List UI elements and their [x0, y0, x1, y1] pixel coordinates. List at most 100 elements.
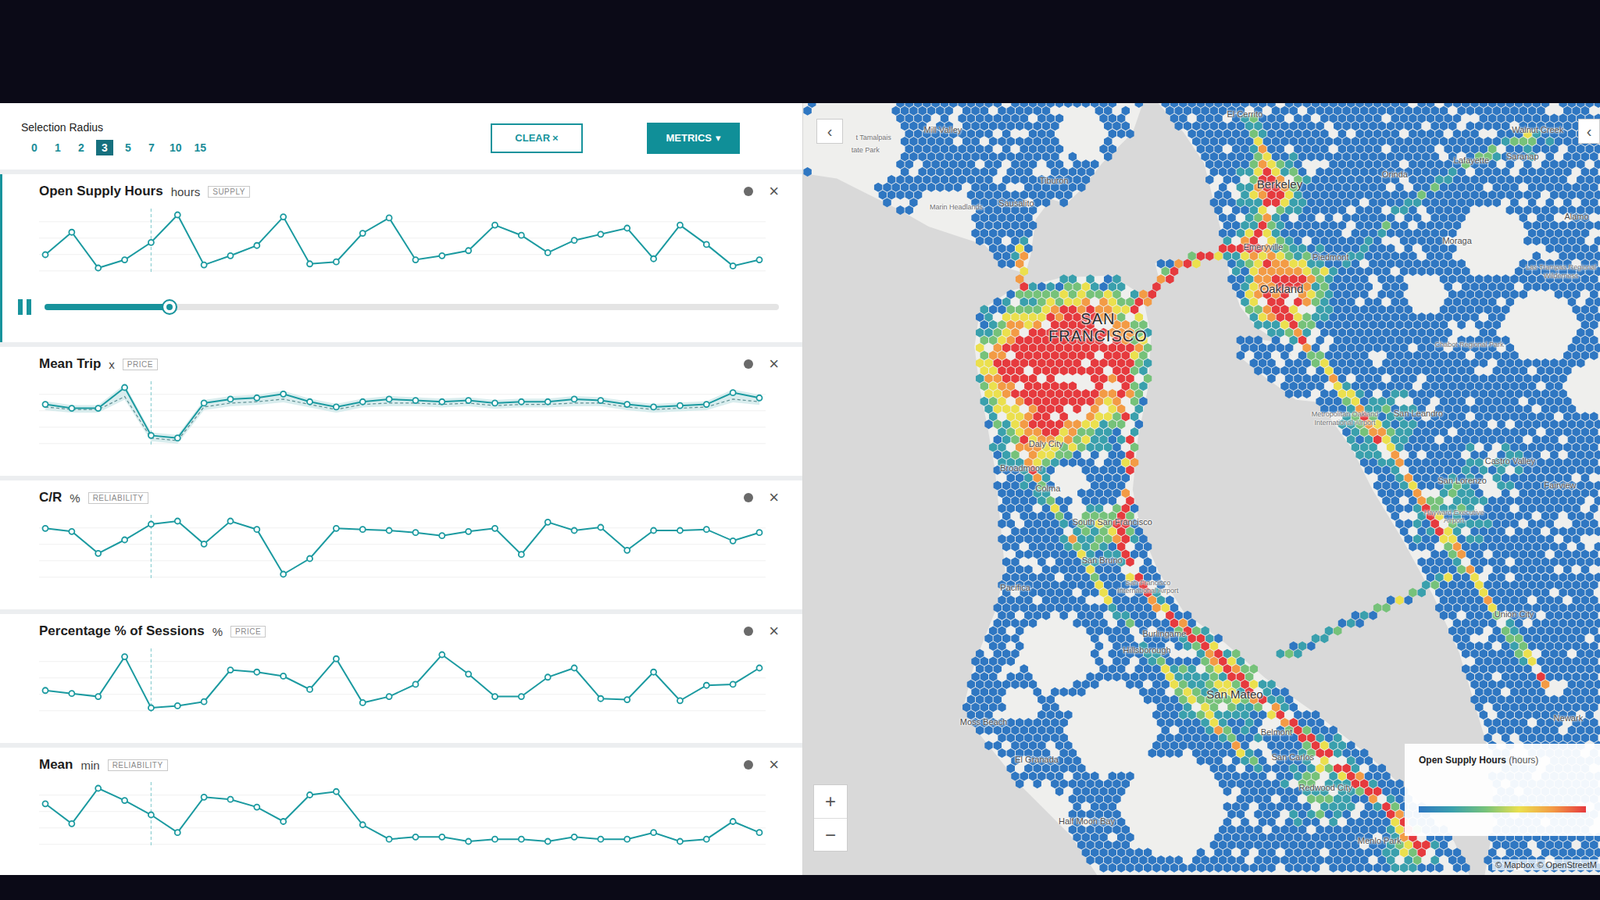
data-point[interactable] — [201, 699, 208, 705]
data-point[interactable] — [650, 403, 657, 410]
data-point[interactable] — [757, 529, 763, 536]
data-point[interactable] — [757, 395, 763, 401]
data-point[interactable] — [227, 396, 233, 402]
data-point[interactable] — [518, 399, 525, 405]
radius-option[interactable]: 2 — [72, 139, 90, 156]
data-point[interactable] — [703, 526, 710, 533]
radius-option[interactable]: 3 — [96, 139, 114, 156]
data-point[interactable] — [597, 397, 604, 404]
data-point[interactable] — [439, 834, 445, 840]
data-point[interactable] — [571, 237, 578, 243]
data-point[interactable] — [253, 242, 260, 249]
data-point[interactable] — [465, 247, 472, 254]
data-point[interactable] — [201, 262, 208, 268]
color-dot-icon[interactable] — [743, 186, 754, 197]
data-point[interactable] — [148, 812, 154, 818]
data-point[interactable] — [624, 225, 630, 232]
data-point[interactable] — [677, 697, 683, 704]
metric-card[interactable]: Open Supply Hours hours SUPPLY × — [0, 174, 803, 343]
zoom-out-button[interactable]: − — [814, 817, 847, 851]
data-point[interactable] — [439, 399, 445, 405]
data-point[interactable] — [650, 256, 657, 262]
data-point[interactable] — [730, 389, 736, 396]
data-point[interactable] — [730, 538, 736, 544]
data-point[interactable] — [545, 399, 551, 405]
data-point[interactable] — [68, 528, 75, 535]
data-point[interactable] — [333, 656, 340, 662]
data-point[interactable] — [121, 537, 128, 543]
data-point[interactable] — [386, 693, 393, 700]
data-point[interactable] — [518, 551, 525, 558]
data-point[interactable] — [571, 528, 578, 534]
metric-card[interactable]: C/R % RELIABILITY × — [0, 480, 803, 610]
data-point[interactable] — [492, 525, 498, 532]
radius-option[interactable]: 10 — [166, 139, 186, 156]
close-icon[interactable]: × — [768, 756, 779, 774]
data-point[interactable] — [360, 399, 366, 405]
radius-option[interactable]: 0 — [25, 139, 43, 156]
data-point[interactable] — [201, 794, 208, 800]
zoom-in-button[interactable]: + — [814, 785, 847, 818]
data-point[interactable] — [253, 804, 260, 811]
data-point[interactable] — [95, 405, 101, 411]
data-point[interactable] — [386, 836, 393, 843]
data-point[interactable] — [518, 693, 525, 700]
data-point[interactable] — [545, 250, 551, 256]
radius-option[interactable]: 15 — [191, 139, 211, 156]
data-point[interactable] — [333, 403, 340, 410]
data-point[interactable] — [307, 556, 313, 562]
data-point[interactable] — [757, 257, 763, 263]
data-point[interactable] — [95, 550, 101, 557]
data-point[interactable] — [360, 821, 366, 828]
clear-button[interactable]: CLEAR × — [490, 123, 583, 154]
map-attribution[interactable]: © Mapbox © OpenStreetM — [1492, 859, 1600, 871]
data-point[interactable] — [175, 518, 181, 525]
metric-card[interactable]: Percentage % of Sessions % PRICE × — [0, 614, 803, 743]
data-point[interactable] — [465, 528, 472, 535]
data-point[interactable] — [386, 214, 393, 221]
data-point[interactable] — [121, 257, 128, 263]
data-point[interactable] — [227, 796, 233, 803]
data-point[interactable] — [730, 263, 736, 269]
data-point[interactable] — [492, 400, 498, 406]
data-point[interactable] — [307, 399, 313, 405]
data-point[interactable] — [518, 232, 525, 239]
data-point[interactable] — [95, 265, 101, 272]
data-point[interactable] — [412, 529, 418, 536]
slider-knob[interactable] — [161, 299, 178, 315]
data-point[interactable] — [571, 396, 578, 402]
data-point[interactable] — [545, 839, 551, 845]
data-point[interactable] — [412, 834, 418, 840]
data-point[interactable] — [148, 705, 154, 711]
data-point[interactable] — [360, 230, 366, 236]
data-point[interactable] — [360, 526, 366, 533]
data-point[interactable] — [227, 667, 233, 673]
data-point[interactable] — [545, 674, 551, 680]
metric-card[interactable]: Mean min RELIABILITY × — [0, 747, 803, 875]
color-dot-icon[interactable] — [743, 492, 754, 503]
data-point[interactable] — [95, 785, 101, 792]
data-point[interactable] — [677, 403, 683, 409]
data-point[interactable] — [439, 652, 445, 658]
data-point[interactable] — [757, 829, 763, 836]
data-point[interactable] — [597, 231, 604, 237]
data-point[interactable] — [253, 395, 260, 401]
data-point[interactable] — [307, 686, 313, 693]
data-point[interactable] — [545, 519, 551, 525]
data-point[interactable] — [253, 669, 260, 675]
data-point[interactable] — [253, 526, 260, 533]
data-point[interactable] — [412, 397, 418, 404]
data-point[interactable] — [677, 222, 683, 229]
data-point[interactable] — [624, 836, 630, 843]
data-point[interactable] — [68, 229, 75, 236]
data-point[interactable] — [42, 525, 49, 532]
color-dot-icon[interactable] — [743, 626, 754, 636]
data-point[interactable] — [68, 690, 75, 697]
data-point[interactable] — [280, 391, 286, 397]
close-icon[interactable]: × — [768, 355, 779, 373]
data-point[interactable] — [439, 253, 445, 259]
data-point[interactable] — [703, 401, 710, 408]
collapse-right-button[interactable]: ‹ — [1578, 118, 1600, 144]
close-icon[interactable]: × — [768, 182, 779, 200]
data-point[interactable] — [121, 797, 128, 804]
